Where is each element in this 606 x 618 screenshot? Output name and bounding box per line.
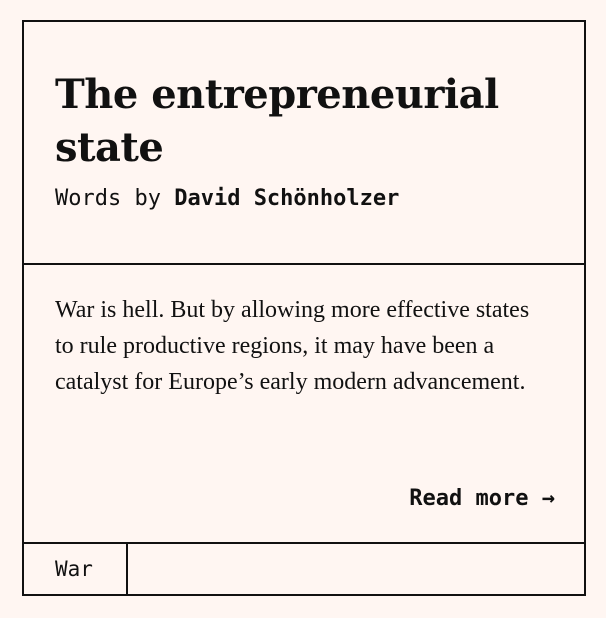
card-header: The entrepreneurial state Words by David… — [24, 22, 584, 265]
tag-war[interactable]: War — [24, 544, 128, 594]
tag-label: War — [55, 557, 93, 581]
article-card: The entrepreneurial state Words by David… — [22, 20, 586, 596]
card-footer: War — [24, 544, 584, 594]
article-excerpt: War is hell. But by allowing more effect… — [55, 297, 530, 395]
byline: Words by David Schönholzer — [55, 185, 399, 213]
article-title[interactable]: The entrepreneurial state — [55, 68, 555, 174]
read-more-link[interactable]: Read more → — [409, 486, 555, 512]
author-name[interactable]: David Schönholzer — [174, 186, 399, 211]
card-body: War is hell. But by allowing more effect… — [24, 265, 584, 544]
byline-prefix: Words by — [55, 186, 161, 211]
